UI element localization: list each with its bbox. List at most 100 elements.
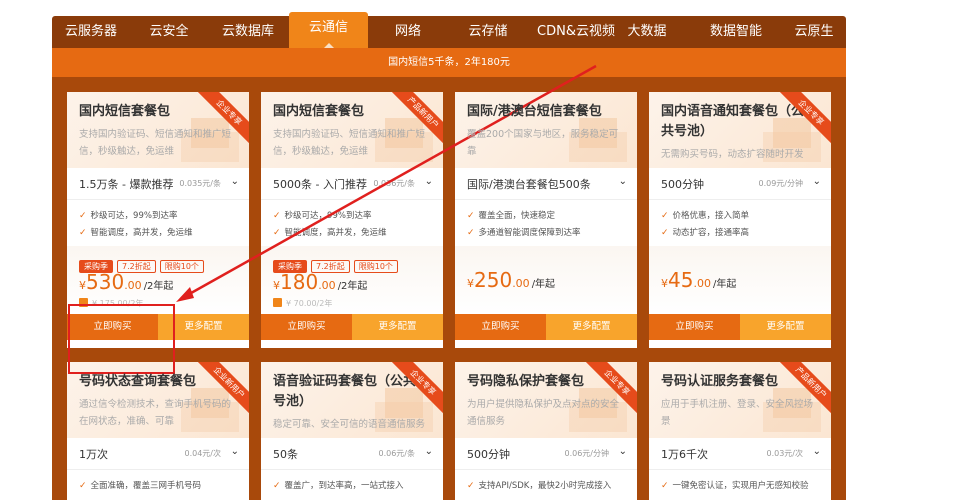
check-icon: ✓ xyxy=(273,228,281,238)
card-header: 企业专享 号码隐私保护套餐包 为用户提供隐私保护及点对点的安全通信服务 xyxy=(455,362,637,438)
price-box: ¥45.00/年起 xyxy=(649,246,831,314)
check-icon: ✓ xyxy=(79,481,87,491)
buy-now-button[interactable]: 立即购买 xyxy=(455,314,546,340)
card-actions: 立即购买 更多配置 xyxy=(67,314,249,340)
tab-big-data[interactable]: 大数据 xyxy=(624,16,670,48)
feature-list: ✓ 覆盖全面，快速稳定 ✓ 多通道智能调度保障到达率 xyxy=(455,200,637,246)
spec-select[interactable]: 1万次 0.04元/次 ⌄ xyxy=(67,438,249,470)
more-config-button[interactable]: 更多配置 xyxy=(158,314,249,340)
tab-cdn-video[interactable]: CDN&云视频 xyxy=(528,16,624,48)
card-description: 无需购买号码，动态扩容随时开发 xyxy=(661,149,804,160)
tab-cloud-security[interactable]: 云安全 xyxy=(130,16,208,48)
chevron-down-icon: ⌄ xyxy=(812,446,821,457)
spec-select[interactable]: 500分钟 0.06元/分钟 ⌄ xyxy=(455,438,637,470)
card-description: 覆盖200个国家与地区，服务稳定可靠 xyxy=(467,129,619,157)
check-icon: ✓ xyxy=(79,211,87,221)
spec-name: 50条 xyxy=(273,448,298,461)
price: ¥530.00/2年起 xyxy=(79,270,174,294)
spec-select[interactable]: 500分钟 0.09元/分钟 ⌄ xyxy=(649,168,831,200)
tab-cloud-communication[interactable]: 云通信 xyxy=(289,12,368,48)
spec-name: 5000条 - 入门推荐 xyxy=(273,178,367,191)
check-icon: ✓ xyxy=(661,481,669,491)
spec-unit-price: 0.09元/分钟 xyxy=(758,179,803,188)
spec-name: 500分钟 xyxy=(467,448,510,461)
card-header: 国际/港澳台短信套餐包 覆盖200个国家与地区，服务稳定可靠 xyxy=(455,92,637,168)
product-card: 企业新用户 号码状态查询套餐包 通过信令检测技术，查询手机号码的在网状态，准确、… xyxy=(67,362,249,500)
feature-item: ✓ 支持API/SDK，最快2小时完成接入 xyxy=(467,481,612,491)
promo-banner[interactable]: 国内短信5千条，2年180元 xyxy=(52,48,846,77)
original-price: ¥ 70.00/2年 xyxy=(273,298,332,309)
card-header: 产品新用户 国内短信套餐包 支持国内验证码、短信通知和推广短信，秒级触达，免运维 xyxy=(261,92,443,168)
spec-name: 500分钟 xyxy=(661,178,704,191)
spec-name: 1万次 xyxy=(79,448,108,461)
spec-unit-price: 0.06元/条 xyxy=(378,449,415,458)
feature-list: ✓ 秒级可达，99%到达率 ✓ 智能调度，高并发，免运维 xyxy=(261,200,443,246)
chevron-down-icon: ⌄ xyxy=(424,176,433,187)
spec-unit-price: 0.04元/次 xyxy=(184,449,221,458)
tag-row: 采购季 7.2折起 限购10个 xyxy=(79,254,208,273)
more-config-button[interactable]: 更多配置 xyxy=(352,314,443,340)
card-description: 为用户提供隐私保护及点对点的安全通信服务 xyxy=(467,399,620,427)
chevron-down-icon: ⌄ xyxy=(812,176,821,187)
card-description: 应用于手机注册、登录、安全风控场景 xyxy=(661,399,814,427)
product-card: 企业专享 语音验证码套餐包（公共号池） 稳定可靠、安全可信的语音通信服务 50条… xyxy=(261,362,443,500)
chevron-down-icon: ⌄ xyxy=(618,176,627,187)
tab-cloud-storage[interactable]: 云存储 xyxy=(448,16,528,48)
check-icon: ✓ xyxy=(273,211,281,221)
card-title: 国内短信套餐包 xyxy=(79,104,171,119)
feature-item: ✓ 多通道智能调度保障到达率 xyxy=(467,228,581,238)
price: ¥45.00/年起 xyxy=(661,268,737,292)
card-header: 产品新用户 号码认证服务套餐包 应用于手机注册、登录、安全风控场景 xyxy=(649,362,831,438)
card-title: 号码状态查询套餐包 xyxy=(79,374,197,389)
discount-icon xyxy=(79,298,88,307)
spec-unit-price: 0.03元/次 xyxy=(766,449,803,458)
check-icon: ✓ xyxy=(661,211,669,221)
card-title: 国际/港澳台短信套餐包 xyxy=(467,104,602,119)
check-icon: ✓ xyxy=(467,481,475,491)
card-header: 企业专享 语音验证码套餐包（公共号池） 稳定可靠、安全可信的语音通信服务 xyxy=(261,362,443,438)
product-card: 企业专享 国内短信套餐包 支持国内验证码、短信通知和推广短信，秒级触达，免运维 … xyxy=(67,92,249,348)
card-title: 语音验证码套餐包（公共号池） xyxy=(273,374,417,409)
feature-list: ✓ 覆盖广，到达率高，一站式接入 xyxy=(261,470,443,500)
card-header: 企业专享 国内语音通知套餐包（公共号池） 无需购买号码，动态扩容随时开发 xyxy=(649,92,831,168)
spec-select[interactable]: 5000条 - 入门推荐 0.036元/条 ⌄ xyxy=(261,168,443,200)
chevron-down-icon: ⌄ xyxy=(618,446,627,457)
card-header: 企业专享 国内短信套餐包 支持国内验证码、短信通知和推广短信，秒级触达，免运维 xyxy=(67,92,249,168)
product-card: 产品新用户 号码认证服务套餐包 应用于手机注册、登录、安全风控场景 1万6千次 … xyxy=(649,362,831,500)
more-config-button[interactable]: 更多配置 xyxy=(546,314,637,340)
original-price: ¥ 175.00/2年 xyxy=(79,298,143,309)
check-icon: ✓ xyxy=(273,481,281,491)
buy-now-button[interactable]: 立即购买 xyxy=(67,314,158,340)
chevron-down-icon: ⌄ xyxy=(230,176,239,187)
spec-select[interactable]: 1.5万条 - 爆款推荐 0.035元/条 ⌄ xyxy=(67,168,249,200)
tab-cloud-server[interactable]: 云服务器 xyxy=(52,16,130,48)
price-box: ¥250.00/年起 xyxy=(455,246,637,314)
buy-now-button[interactable]: 立即购买 xyxy=(649,314,740,340)
feature-list: ✓ 秒级可达，99%到达率 ✓ 智能调度，高并发，免运维 xyxy=(67,200,249,246)
spec-name: 国际/港澳台套餐包500条 xyxy=(467,178,591,191)
card-title: 号码认证服务套餐包 xyxy=(661,374,779,389)
more-config-button[interactable]: 更多配置 xyxy=(740,314,831,340)
price-box: 采购季 7.2折起 限购10个 ¥530.00/2年起 ¥ 175.00/2年 xyxy=(67,246,249,314)
spec-name: 1万6千次 xyxy=(661,448,708,461)
tab-cloud-native[interactable]: 云原生 xyxy=(782,16,846,48)
feature-list: ✓ 价格优惠，接入简单 ✓ 动态扩容，接通率高 xyxy=(649,200,831,246)
card-title: 号码隐私保护套餐包 xyxy=(467,374,585,389)
feature-list: ✓ 全面准确，覆盖三网手机号码 xyxy=(67,470,249,500)
feature-list: ✓ 一键免密认证，实现用户无感知校验 xyxy=(649,470,831,500)
product-card: 企业专享 国内语音通知套餐包（公共号池） 无需购买号码，动态扩容随时开发 500… xyxy=(649,92,831,348)
tab-network[interactable]: 网络 xyxy=(368,16,448,48)
spec-select[interactable]: 1万6千次 0.03元/次 ⌄ xyxy=(649,438,831,470)
category-nav: 云服务器 云安全 云数据库 云通信 网络 云存储 CDN&云视频 大数据 数据智… xyxy=(52,12,846,48)
buy-now-button[interactable]: 立即购买 xyxy=(261,314,352,340)
feature-item: ✓ 动态扩容，接通率高 xyxy=(661,228,750,238)
feature-item: ✓ 秒级可达，99%到达率 xyxy=(79,211,178,221)
spec-select[interactable]: 国际/港澳台套餐包500条 ⌄ xyxy=(455,168,637,200)
price-box: 采购季 7.2折起 限购10个 ¥180.00/2年起 ¥ 70.00/2年 xyxy=(261,246,443,314)
product-card: 企业专享 号码隐私保护套餐包 为用户提供隐私保护及点对点的安全通信服务 500分… xyxy=(455,362,637,500)
tab-data-intelligence[interactable]: 数据智能 xyxy=(688,16,784,48)
card-description: 支持国内验证码、短信通知和推广短信，秒级触达，免运维 xyxy=(79,129,232,157)
tab-cloud-database[interactable]: 云数据库 xyxy=(208,16,288,48)
feature-item: ✓ 智能调度，高并发，免运维 xyxy=(79,228,193,238)
spec-select[interactable]: 50条 0.06元/条 ⌄ xyxy=(261,438,443,470)
